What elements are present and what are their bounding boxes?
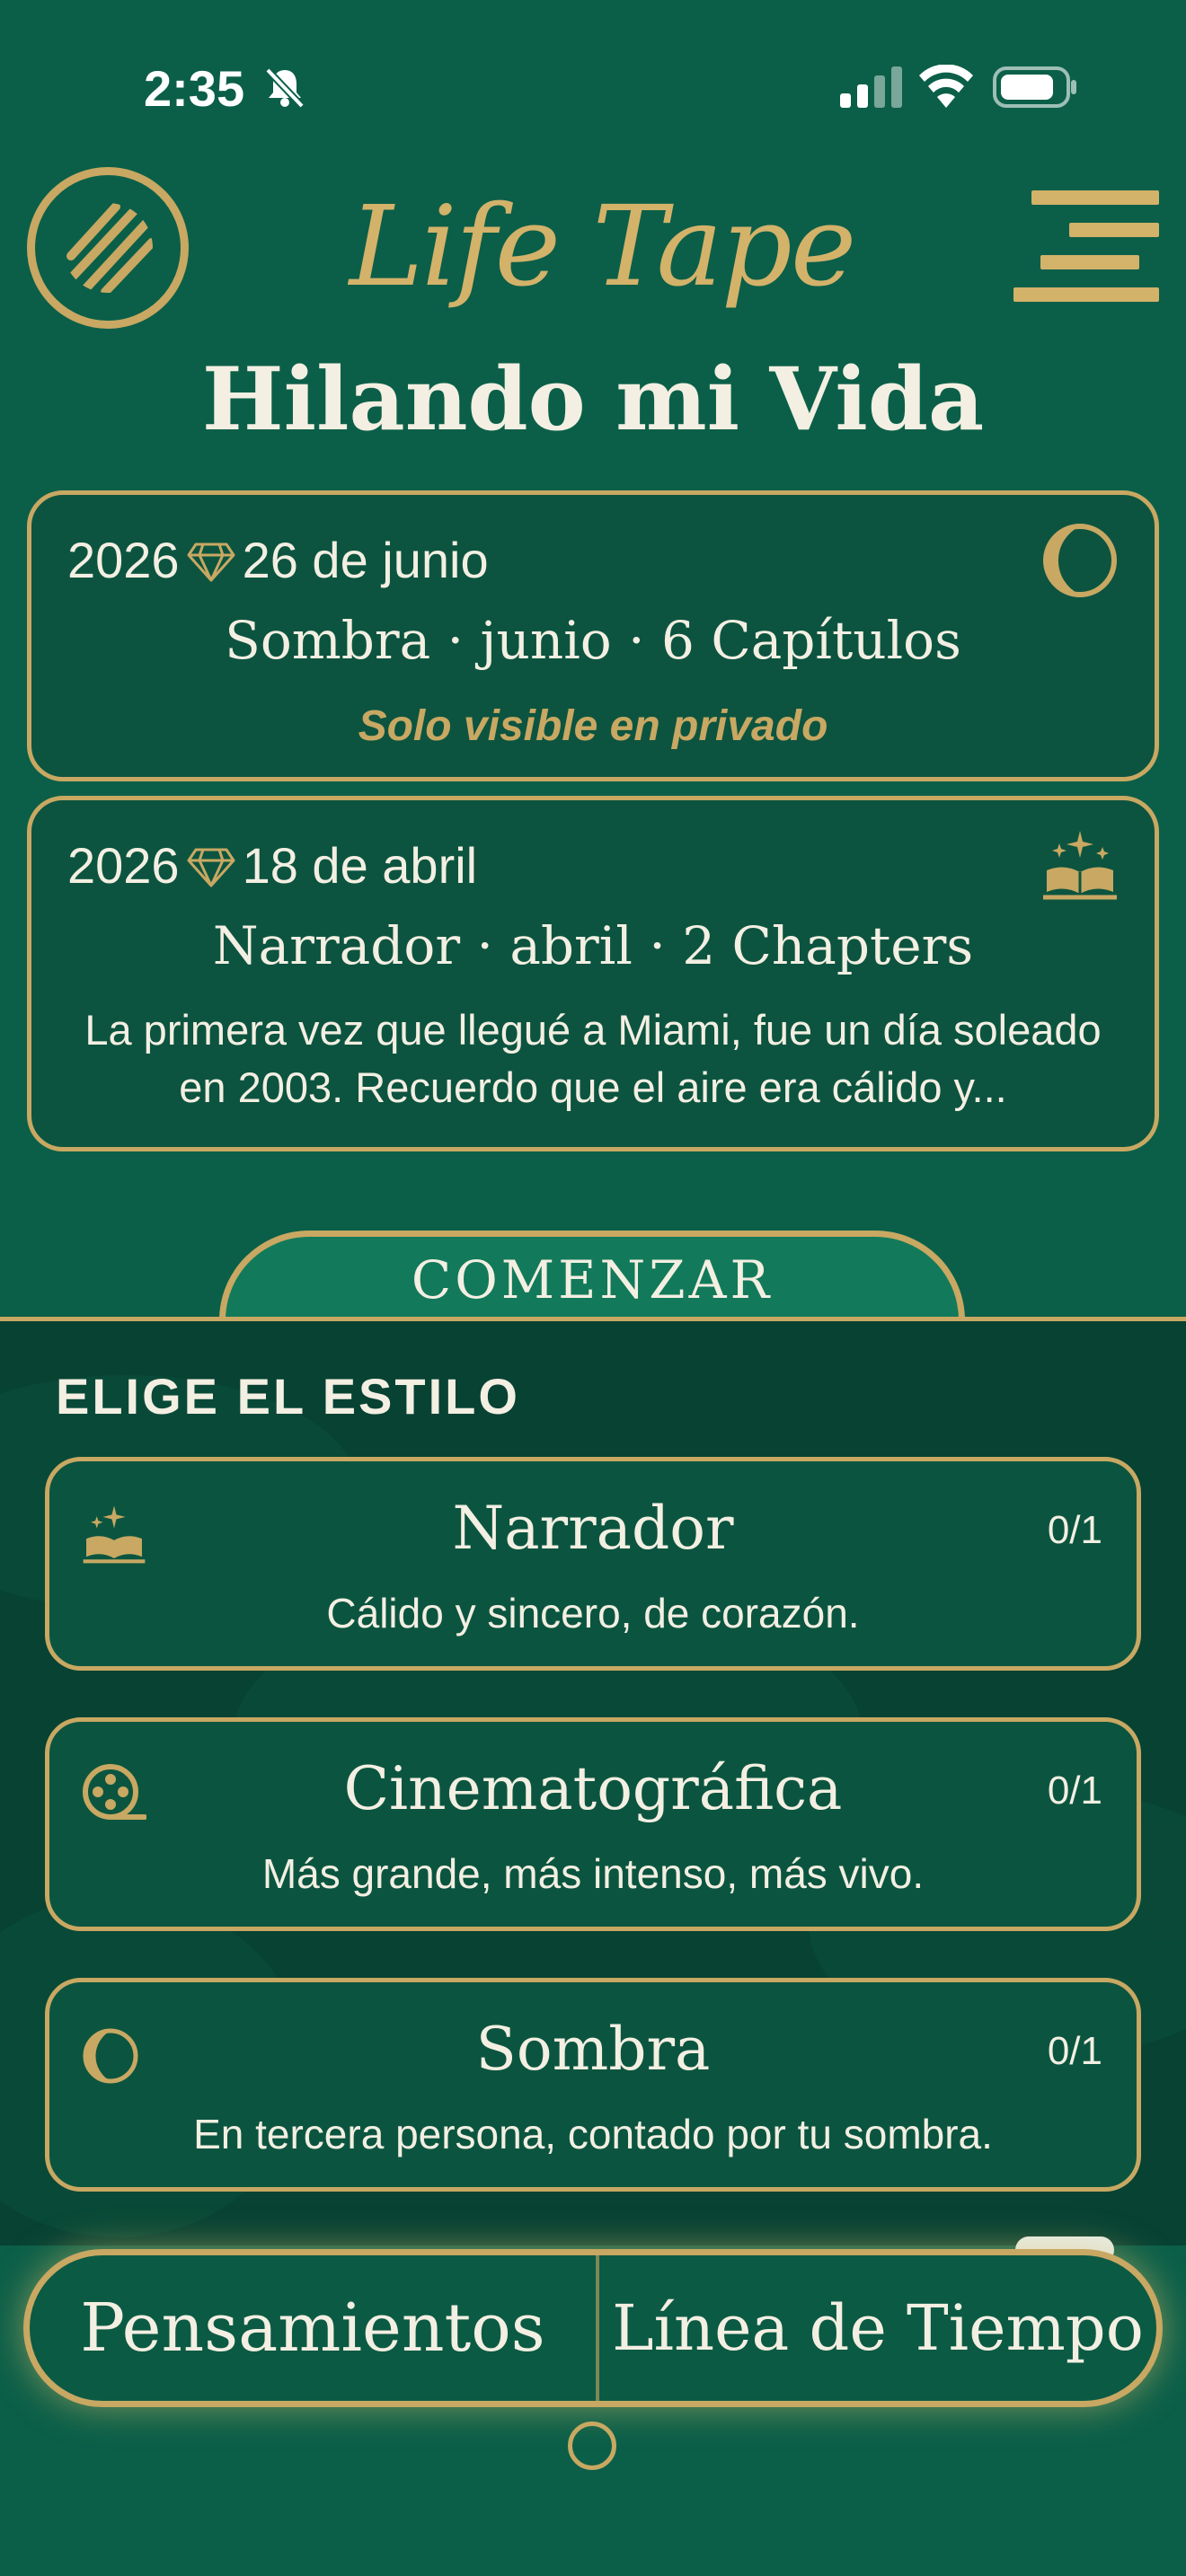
- tape-day: 26 de junio: [242, 532, 489, 588]
- style-option-cinematografica[interactable]: Cinematográfica Más grande, más intenso,…: [45, 1717, 1141, 1931]
- tape-year: 2026: [67, 532, 180, 588]
- profile-logo-button[interactable]: [27, 167, 189, 329]
- app-brand-logo: Life Tape: [349, 182, 856, 312]
- sparkle-book-icon: [1043, 831, 1117, 900]
- style-desc: Más grande, más intenso, más vivo.: [261, 1850, 925, 1897]
- crescent-moon-icon: [1043, 524, 1117, 597]
- striped-circle-logo-icon: [66, 203, 153, 293]
- tape-card[interactable]: 2026 26 de junio Sombra · junio · 6 Capít…: [27, 490, 1159, 781]
- page-title: Hilando mi Vida: [201, 348, 985, 450]
- start-button-label: COMENZAR: [411, 1249, 774, 1310]
- tape-date: 2026 18 de abril: [67, 836, 477, 895]
- style-desc: En tercera persona, contado por tu sombr…: [193, 2111, 993, 2157]
- style-count: 0/1: [1047, 1508, 1102, 1552]
- tape-meta: Sombra · junio · 6 Capítulos: [225, 610, 961, 671]
- tab-pensamientos[interactable]: Pensamientos: [30, 2255, 596, 2401]
- tape-card[interactable]: 2026 18 de abril Narrador · abril · 2 Cha…: [27, 796, 1159, 1151]
- tape-year: 2026: [67, 837, 180, 894]
- wifi-icon: [919, 65, 973, 108]
- style-desc: Cálido y sincero, de corazón.: [326, 1590, 860, 1636]
- page-indicator[interactable]: [568, 2422, 616, 2470]
- bell-slash-icon: [265, 67, 305, 109]
- style-name: Sombra: [475, 2015, 711, 2084]
- diamond-icon: [187, 543, 235, 582]
- section-label: ELIGE EL ESTILO: [56, 1368, 520, 1425]
- status-time: 2:35: [144, 60, 245, 117]
- bottom-segmented-control: Pensamientos Línea de Tiempo: [23, 2249, 1163, 2407]
- menu-icon[interactable]: [1013, 190, 1159, 305]
- tape-meta: Narrador · abril · 2 Chapters: [212, 915, 974, 976]
- style-name: Cinematográfica: [343, 1754, 843, 1823]
- battery-icon: [993, 66, 1076, 108]
- start-button[interactable]: COMENZAR: [219, 1231, 965, 1320]
- signal-icon: [840, 66, 902, 108]
- tape-date: 2026 26 de junio: [67, 531, 489, 589]
- tab-linea-de-tiempo[interactable]: Línea de Tiempo: [599, 2255, 1156, 2401]
- style-name: Narrador: [452, 1494, 734, 1563]
- style-option-narrador[interactable]: Narrador Cálido y sincero, de corazón. 0…: [45, 1457, 1141, 1671]
- status-bar: 2:35: [0, 0, 1186, 171]
- tape-day: 18 de abril: [242, 837, 478, 894]
- diamond-icon: [187, 848, 235, 887]
- style-option-sombra[interactable]: Sombra En tercera persona, contado por t…: [45, 1978, 1141, 2192]
- style-count: 0/1: [1047, 2029, 1102, 2073]
- tape-excerpt: La primera vez que llegué a Miami, fue u…: [84, 1006, 1102, 1111]
- style-count: 0/1: [1047, 1769, 1102, 1813]
- privacy-note: Solo visible en privado: [358, 702, 828, 750]
